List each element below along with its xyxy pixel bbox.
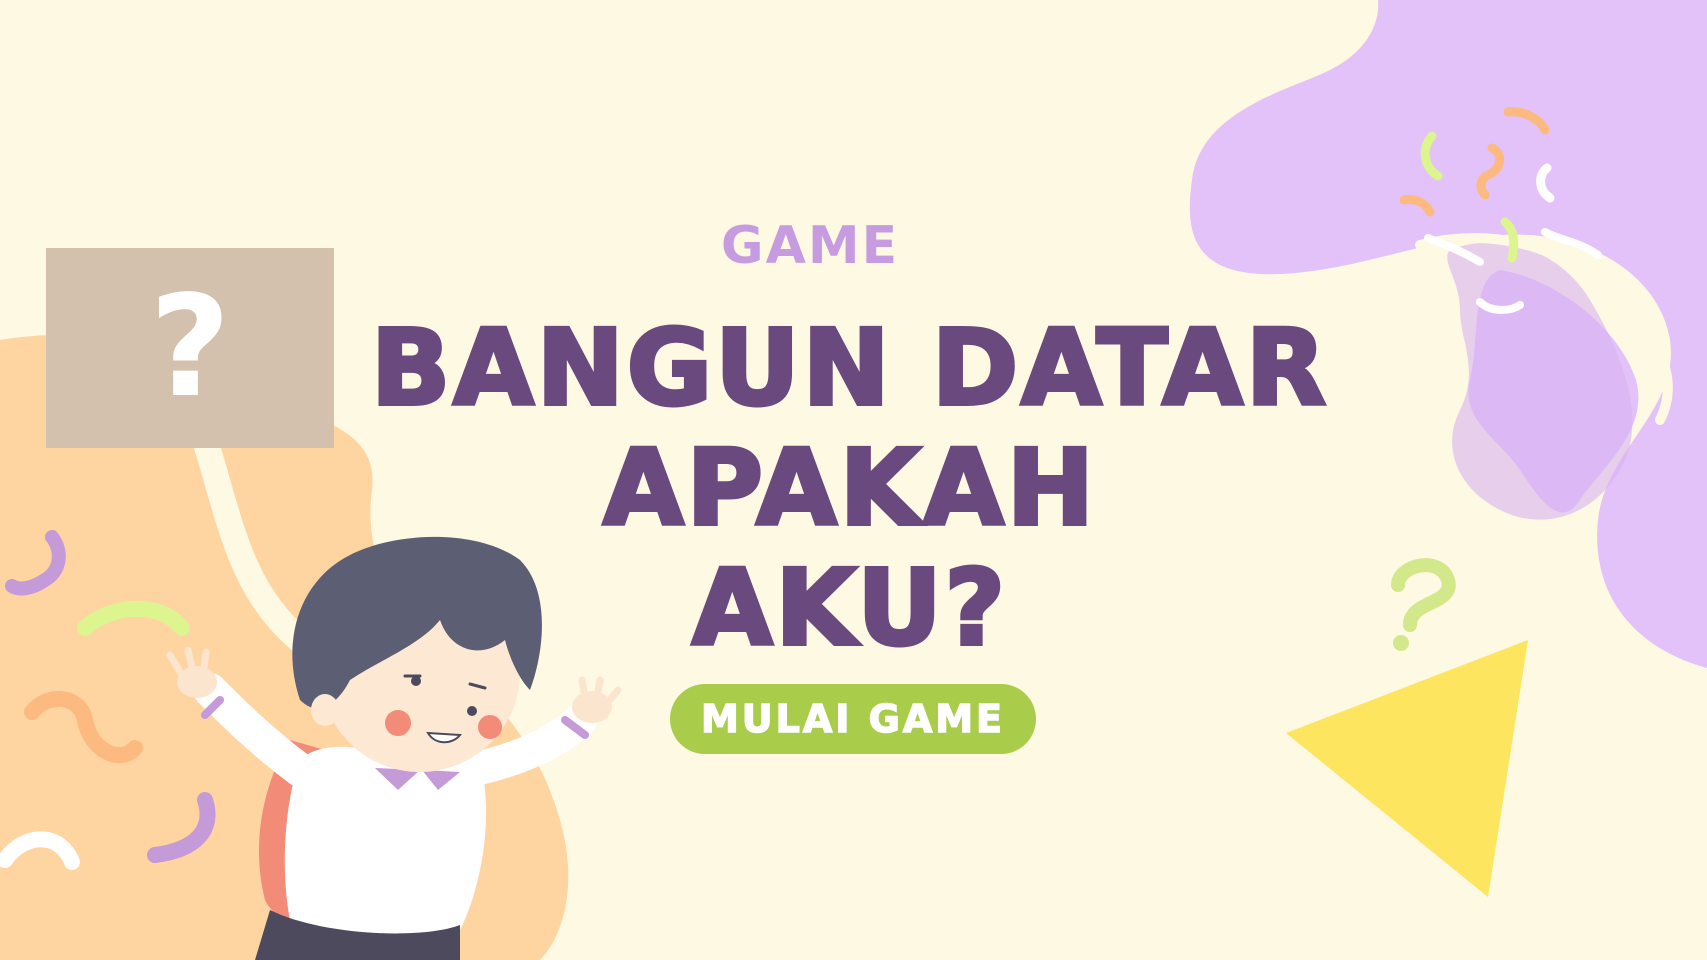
game-eyebrow-label: GAME [720,216,900,276]
mystery-shape-card: ? [46,248,334,448]
title-line-1: BANGUN DATAR [369,306,1330,430]
triangle-icon [1286,640,1528,897]
title-line-2: APAKAH [601,426,1097,550]
start-game-button[interactable]: MULAI GAME [670,684,1036,754]
game-title: BANGUN DATAR APAKAH AKU? [369,306,1330,670]
title-line-3: AKU? [690,546,1009,670]
game-title-screen: ? GAME BANGUN DATAR APAKAH AKU? MULAI GA… [0,0,1707,960]
question-mark-icon [1391,558,1456,651]
question-mark-icon: ? [149,266,231,429]
